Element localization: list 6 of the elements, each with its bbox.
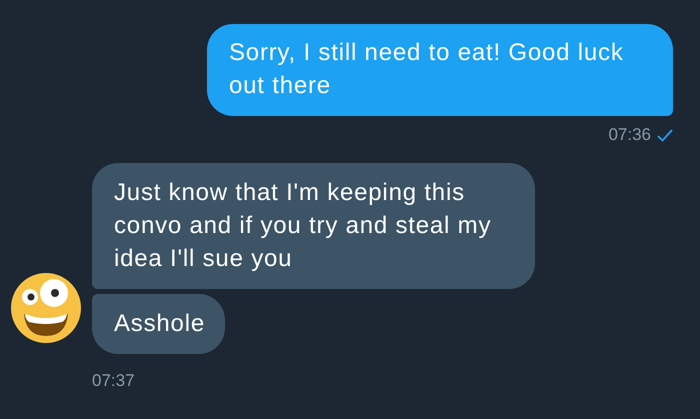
message-time: 07:36 <box>608 125 651 145</box>
emoji-avatar-icon <box>10 272 82 344</box>
message-bubble: Just know that I'm keeping this convo and if you try and steal my idea I'll sue you <box>92 163 535 289</box>
message-time: 07:37 <box>92 371 135 391</box>
message-bubble: Asshole <box>92 294 225 354</box>
message-bubble: Sorry, I still need to eat! Good luck out there <box>207 24 673 116</box>
